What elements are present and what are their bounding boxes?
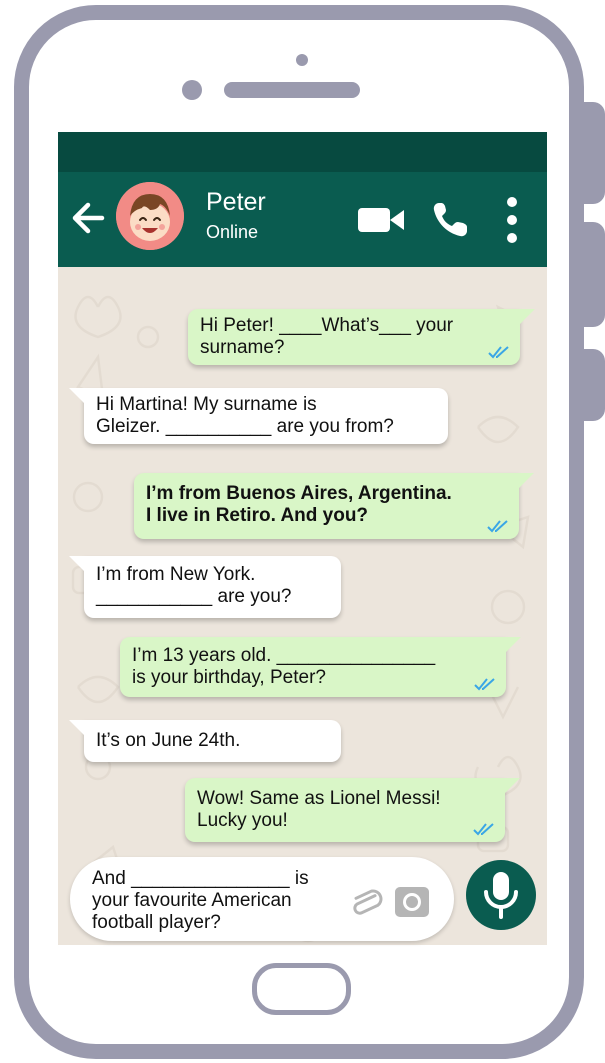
message-outgoing[interactable]: I’m from Buenos Aires, Argentina. I live… <box>134 473 534 539</box>
earpiece-speaker <box>224 82 360 98</box>
contact-avatar[interactable] <box>116 182 184 250</box>
home-button[interactable] <box>252 963 351 1015</box>
message-incoming[interactable]: It’s on June 24th. <box>69 720 341 762</box>
front-camera <box>182 80 202 100</box>
paperclip-icon[interactable] <box>348 885 384 921</box>
video-camera-icon[interactable] <box>358 204 404 236</box>
message-text: Wow! Same as Lionel Messi! Lucky you! <box>197 788 441 831</box>
message-incoming[interactable]: I’m from New York. ___________ are you? <box>69 556 341 618</box>
message-text: I’m 13 years old. _______________ is you… <box>132 645 436 688</box>
boy-face-icon <box>116 182 184 250</box>
message-outgoing[interactable]: I’m 13 years old. _______________ is you… <box>120 637 521 697</box>
message-outgoing[interactable]: Wow! Same as Lionel Messi! Lucky you! <box>185 778 520 842</box>
message-input-text[interactable]: And _______________ is your favourite Am… <box>92 868 342 934</box>
message-text: Hi Peter! ____What’s___ your surname? <box>200 315 454 358</box>
message-text: Hi Martina! My surname is Gleizer. _____… <box>96 394 394 437</box>
side-button-middle <box>584 222 605 327</box>
side-button-lower <box>584 349 605 421</box>
microphone-button[interactable] <box>466 860 536 930</box>
double-check-icon <box>487 520 508 533</box>
double-check-icon <box>488 346 509 359</box>
double-check-icon <box>474 678 495 691</box>
message-text: It’s on June 24th. <box>96 730 241 751</box>
arrow-left-icon[interactable] <box>68 198 108 238</box>
status-bar <box>58 132 547 172</box>
side-button-upper <box>584 102 605 204</box>
more-vertical-icon[interactable] <box>504 196 520 244</box>
message-input[interactable]: And _______________ is your favourite Am… <box>70 857 454 941</box>
message-outgoing[interactable]: Hi Peter! ____What’s___ your surname? <box>188 309 535 365</box>
camera-icon[interactable] <box>394 886 430 918</box>
phone-icon[interactable] <box>430 200 470 240</box>
contact-status: Online <box>206 222 259 242</box>
chat-header: Peter Online <box>58 172 547 267</box>
double-check-icon <box>473 823 494 836</box>
message-text: I’m from Buenos Aires, Argentina. I live… <box>146 483 452 526</box>
proximity-sensor <box>296 54 308 66</box>
contact-name[interactable]: Peter <box>206 188 266 217</box>
message-incoming[interactable]: Hi Martina! My surname is Gleizer. _____… <box>69 388 448 444</box>
microphone-icon <box>484 872 518 919</box>
message-text: I’m from New York. ___________ are you? <box>96 564 292 607</box>
